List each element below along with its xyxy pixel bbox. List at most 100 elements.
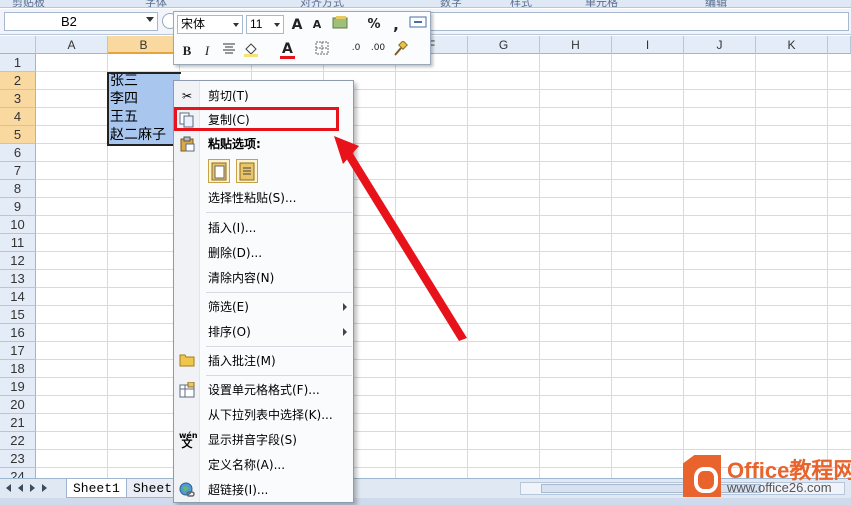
decrease-decimal-label: .00 [370,43,386,53]
row-header[interactable]: 12 [0,252,36,270]
menu-item-label: 粘贴选项: [208,137,261,151]
italic-button[interactable]: I [197,41,217,61]
ribbon-group-label: 单元格 [585,0,618,8]
menu-item-insert-comment[interactable]: 插入批注(M) [176,350,353,372]
worksheet-grid[interactable]: A B C D E F G H I J K 1 2 3 4 5 6 7 8 9 … [0,36,851,478]
row-header[interactable]: 13 [0,270,36,288]
row-header[interactable]: 11 [0,234,36,252]
menu-item-clear-contents[interactable]: 清除内容(N) [176,267,353,289]
comma-button[interactable]: , [386,15,406,35]
format-painter-button[interactable] [390,40,410,61]
font-size-select[interactable]: 11 [246,15,284,34]
borders-button[interactable] [312,41,332,61]
column-header-k[interactable]: K [756,36,828,54]
formula-input[interactable] [430,12,849,31]
menu-item-sort[interactable]: 排序(O) [176,321,353,343]
row-header[interactable]: 4 [0,108,36,126]
chevron-down-icon[interactable] [146,17,154,22]
comment-icon [179,353,195,369]
brush-icon [394,40,408,56]
row-header[interactable]: 24 [0,468,36,478]
row-header[interactable]: 23 [0,450,36,468]
cell-b2[interactable]: 张三 [108,72,180,90]
ribbon-group-label: 编辑 [705,0,727,8]
ribbon-group-labels: 剪贴板 字体 对齐方式 数字 样式 单元格 编辑 [0,0,851,8]
next-sheet-icon[interactable] [30,484,35,492]
prev-sheet-icon[interactable] [18,484,23,492]
name-box[interactable]: B2 [4,12,158,31]
row-header[interactable]: 18 [0,360,36,378]
shrink-font-button[interactable]: A [307,15,327,35]
center-align-button[interactable] [219,41,239,61]
accounting-format-button[interactable] [331,15,351,35]
ribbon-group-label: 字体 [145,0,167,8]
last-sheet-icon[interactable] [42,484,47,492]
row-header[interactable]: 8 [0,180,36,198]
row-header[interactable]: 16 [0,324,36,342]
watermark-url: www.office26.com [727,480,832,495]
column-header-partial[interactable] [828,36,851,54]
menu-item-label: 设置单元格格式(F)... [208,383,320,397]
mini-toolbar: 宋体 11 A A % , B I A .0 .00 [173,11,431,65]
column-header-h[interactable]: H [540,36,612,54]
row-header[interactable]: 1 [0,54,36,72]
row-header[interactable]: 9 [0,198,36,216]
percent-button[interactable]: % [364,15,384,35]
cell-b3[interactable]: 李四 [108,90,180,108]
column-header-g[interactable]: G [468,36,540,54]
menu-item-pick-from-list[interactable]: 从下拉列表中选择(K)... [176,404,353,426]
submenu-arrow-icon [343,328,347,336]
cell-b4[interactable]: 王五 [108,108,180,126]
menu-item-format-cells[interactable]: 设置单元格格式(F)... [176,379,353,401]
row-header[interactable]: 17 [0,342,36,360]
menu-item-paste-special[interactable]: 选择性粘贴(S)... [176,187,353,209]
row-header[interactable]: 5 [0,126,36,144]
increase-decimal-button[interactable]: .0 [346,43,366,63]
row-header[interactable]: 21 [0,414,36,432]
menu-item-hyperlink[interactable]: 超链接(I)... [176,479,353,501]
currency-icon [332,16,348,29]
paste-keep-format-icon[interactable] [208,159,230,183]
bold-button[interactable]: B [177,41,197,61]
font-size-value: 11 [250,17,263,31]
paste-values-icon[interactable] [236,159,258,183]
column-header-j[interactable]: J [684,36,756,54]
row-header[interactable]: 22 [0,432,36,450]
column-header-i[interactable]: I [612,36,684,54]
row-header[interactable]: 20 [0,396,36,414]
column-header-a[interactable]: A [36,36,108,54]
menu-item-phonetic[interactable]: wén 文 显示拼音字段(S) [176,429,353,451]
menu-item-delete[interactable]: 删除(D)... [176,242,353,264]
ribbon-group-label: 数字 [440,0,462,8]
phonetic-icon: wén 文 [179,431,198,450]
font-name-select[interactable]: 宋体 [177,15,243,34]
row-header[interactable]: 19 [0,378,36,396]
row-header[interactable]: 3 [0,90,36,108]
menu-item-cut[interactable]: ✂ 剪切(T) [176,85,353,107]
sheet-tab-sheet1[interactable]: Sheet1 [66,479,127,498]
select-all-corner[interactable] [0,36,36,54]
column-header-b[interactable]: B [108,36,180,54]
row-header[interactable]: 14 [0,288,36,306]
menu-item-label: 清除内容(N) [208,271,275,285]
menu-item-label: 超链接(I)... [208,483,269,497]
menu-item-label: 筛选(E) [208,300,249,314]
menu-item-insert[interactable]: 插入(I)... [176,217,353,239]
row-header[interactable]: 10 [0,216,36,234]
row-header[interactable]: 6 [0,144,36,162]
decrease-decimal-button[interactable]: .00 [368,43,388,63]
row-header[interactable]: 2 [0,72,36,90]
format-painter-small-button[interactable] [408,15,428,35]
row-header[interactable]: 15 [0,306,36,324]
menu-item-filter[interactable]: 筛选(E) [176,296,353,318]
align-center-icon [223,43,235,54]
fill-color-button[interactable] [242,41,262,61]
first-sheet-icon[interactable] [6,484,11,492]
chevron-down-icon [233,23,239,27]
cell-b5[interactable]: 赵二麻子 [108,126,180,144]
menu-item-define-name[interactable]: 定义名称(A)... [176,454,353,476]
row-header[interactable]: 7 [0,162,36,180]
grow-font-button[interactable]: A [287,15,307,35]
font-color-swatch [280,56,295,59]
font-color-button[interactable]: A [278,41,298,61]
